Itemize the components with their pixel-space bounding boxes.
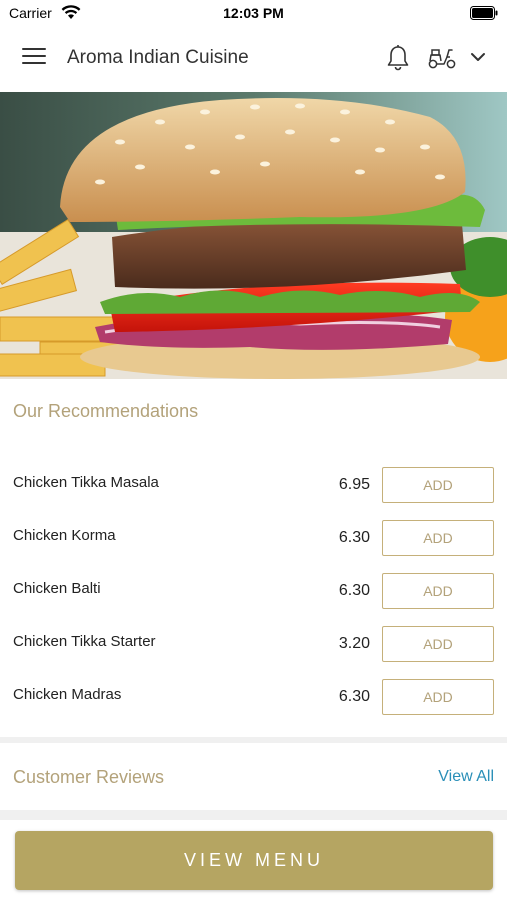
menu-item-row: Chicken Balti 6.30 ADD: [0, 573, 507, 626]
battery-icon: [470, 6, 498, 20]
status-time: 12:03 PM: [223, 5, 284, 21]
menu-item-name: Chicken Tikka Starter: [13, 633, 156, 650]
view-all-link[interactable]: View All: [438, 768, 494, 786]
reviews-title: Customer Reviews: [13, 767, 165, 787]
add-button[interactable]: ADD: [382, 467, 494, 503]
menu-item-price: 6.30: [338, 688, 370, 705]
bottom-bar: VIEW MENU: [0, 820, 507, 900]
restaurant-title: Aroma Indian Cuisine: [67, 47, 249, 68]
add-button[interactable]: ADD: [382, 679, 494, 715]
menu-item-price: 3.20: [338, 635, 370, 652]
burger-image: [0, 92, 507, 379]
reviews-section: Customer Reviews View All: [0, 743, 507, 810]
menu-item-name: Chicken Korma: [13, 527, 116, 544]
menu-item-price: 6.95: [338, 476, 370, 493]
bell-icon[interactable]: [385, 44, 411, 72]
menu-item-price: 6.30: [338, 582, 370, 599]
menu-icon[interactable]: [22, 48, 46, 68]
menu-item-row: Chicken Tikka Starter 3.20 ADD: [0, 626, 507, 679]
menu-item-row: Chicken Tikka Masala 6.95 ADD: [0, 467, 507, 520]
app-screen: Carrier 12:03 PM Aroma Indian Cuisine Ou…: [0, 0, 507, 900]
chevron-down-icon[interactable]: [469, 50, 487, 64]
menu-item-name: Chicken Tikka Masala: [13, 474, 159, 491]
status-bar: Carrier 12:03 PM: [0, 0, 507, 26]
view-menu-button[interactable]: VIEW MENU: [15, 831, 493, 890]
menu-item-name: Chicken Balti: [13, 580, 101, 597]
add-button[interactable]: ADD: [382, 573, 494, 609]
add-button[interactable]: ADD: [382, 520, 494, 556]
add-button[interactable]: ADD: [382, 626, 494, 662]
recommendations-section: Our Recommendations Chicken Tikka Masala…: [0, 379, 507, 737]
app-header: Aroma Indian Cuisine: [0, 26, 507, 92]
menu-item-price: 6.30: [338, 529, 370, 546]
scooter-icon[interactable]: [427, 46, 457, 70]
menu-item-name: Chicken Madras: [13, 686, 122, 703]
menu-item-row: Chicken Madras 6.30 ADD: [0, 679, 507, 732]
menu-item-row: Chicken Korma 6.30 ADD: [0, 520, 507, 573]
hero-banner: [0, 92, 507, 379]
recommendations-title: Our Recommendations: [13, 401, 199, 421]
